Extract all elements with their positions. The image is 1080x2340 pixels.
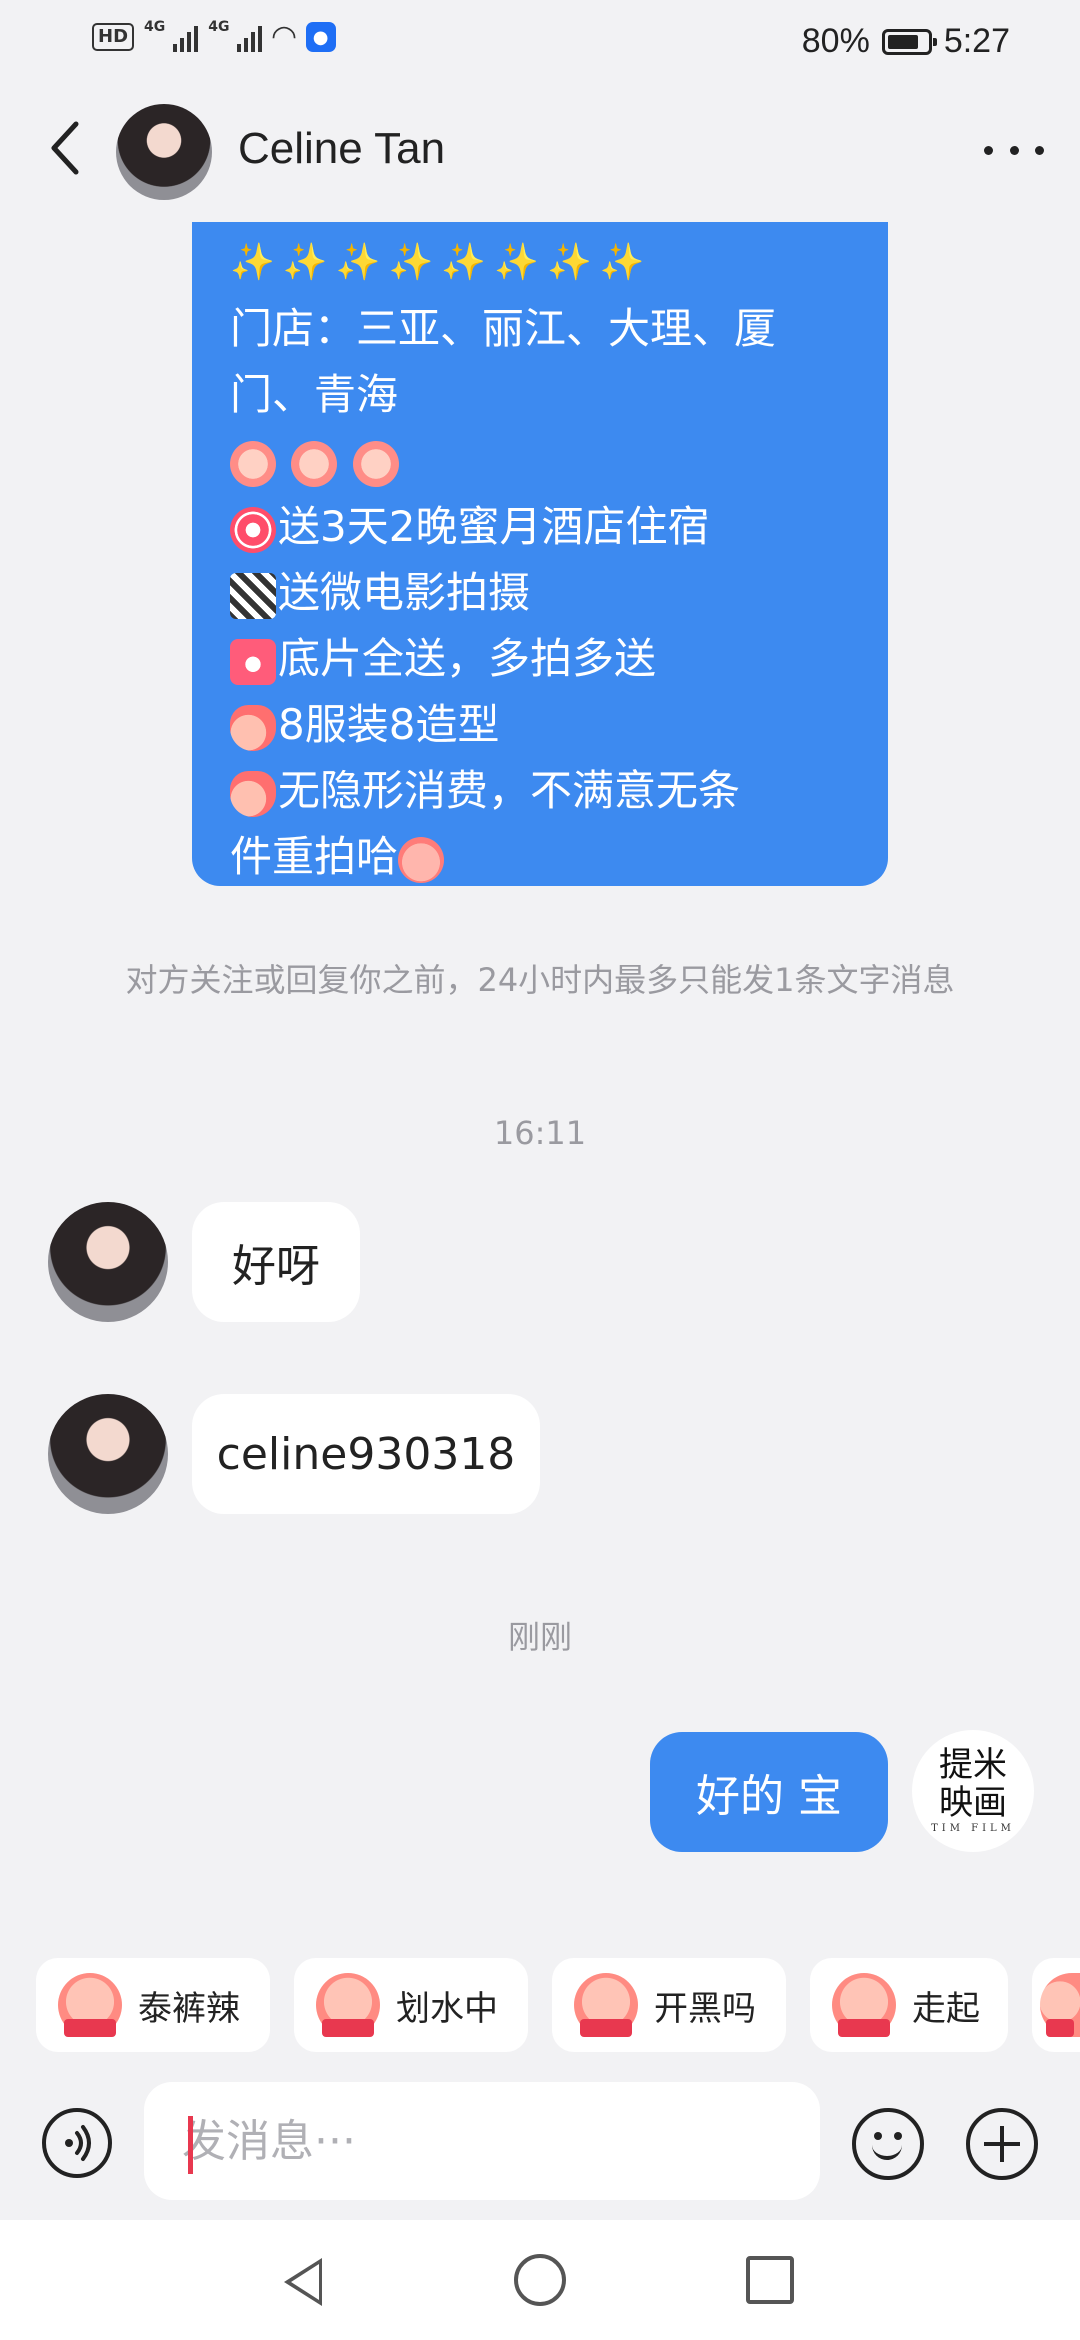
promo-line: 8服装8造型 bbox=[230, 692, 854, 758]
sticker-label: 划水中 bbox=[396, 1988, 498, 2029]
battery-percent: 80% bbox=[801, 22, 870, 60]
wifi-icon: ◠ bbox=[272, 19, 296, 54]
sticker-label: 开黑吗 bbox=[654, 1988, 756, 2029]
sound-wave-icon bbox=[65, 2125, 91, 2161]
camera-icon bbox=[230, 638, 276, 685]
sticker-chip-partial[interactable] bbox=[1032, 1958, 1080, 2052]
promo-line: 无隐形消费，不满意无条 bbox=[230, 758, 854, 824]
promo-line: 门、青海 bbox=[230, 370, 399, 419]
clap-icon bbox=[291, 440, 338, 487]
more-horizontal-icon[interactable] bbox=[984, 130, 1044, 170]
promo-line-text: 底片全送，多拍多送 bbox=[278, 634, 657, 683]
signal-icon bbox=[173, 22, 199, 52]
sticker-face-icon bbox=[1040, 1973, 1080, 2037]
sticker-face-icon bbox=[832, 1973, 896, 2037]
thumbs-up-icon bbox=[230, 770, 276, 817]
sticker-chip[interactable]: 走起 bbox=[810, 1958, 1008, 2052]
system-notice: 对方关注或回复你之前，24小时内最多只能发1条文字消息 bbox=[125, 961, 955, 999]
clap-icon bbox=[230, 440, 276, 487]
chat-header: Celine Tan bbox=[0, 84, 1080, 222]
voice-icon[interactable] bbox=[42, 2108, 112, 2178]
status-icons-left: HD 4G 4G ◠ ● bbox=[92, 19, 336, 54]
plus-icon[interactable] bbox=[966, 2108, 1038, 2180]
incoming-message[interactable]: celine930318 bbox=[192, 1394, 540, 1514]
thumbs-up-icon bbox=[230, 704, 276, 751]
sticker-face-icon bbox=[316, 1973, 380, 2037]
contact-avatar[interactable] bbox=[116, 104, 212, 200]
contact-avatar[interactable] bbox=[48, 1202, 168, 1322]
promo-message-bubble[interactable]: ✨✨✨✨✨✨✨✨ 门店：三亚、丽江、大理、厦 门、青海 送3天2晚蜜月酒店住宿 … bbox=[192, 222, 888, 886]
my-avatar-text: 提米 bbox=[939, 1745, 1007, 1785]
clap-icon bbox=[352, 440, 399, 487]
sticker-chip[interactable]: 开黑吗 bbox=[552, 1958, 786, 2052]
clap-emoji-line bbox=[230, 428, 854, 494]
target-icon bbox=[230, 506, 276, 553]
promo-line-text: 8服装8造型 bbox=[278, 700, 500, 749]
promo-line: 送3天2晚蜜月酒店住宿 bbox=[230, 494, 854, 560]
my-avatar-small-text: TIM FILM bbox=[931, 1823, 1015, 1834]
input-bar bbox=[0, 2080, 1080, 2200]
pig-face-icon bbox=[398, 836, 445, 883]
message-list[interactable]: ✨✨✨✨✨✨✨✨ 门店：三亚、丽江、大理、厦 门、青海 送3天2晚蜜月酒店住宿 … bbox=[0, 222, 1080, 1922]
promo-line-text: 送微电影拍摄 bbox=[278, 568, 531, 617]
status-icons-right: 80% 5:27 bbox=[802, 22, 1010, 61]
promo-line-text: 件重拍哈 bbox=[230, 832, 399, 881]
nav-recents-icon[interactable] bbox=[746, 2256, 794, 2304]
timestamp: 刚刚 bbox=[507, 1618, 572, 1656]
nav-back-icon[interactable] bbox=[284, 2258, 322, 2306]
sticker-label: 泰裤辣 bbox=[138, 1988, 240, 2029]
chevron-left-icon[interactable] bbox=[46, 118, 86, 178]
battery-fill bbox=[887, 34, 918, 49]
promo-line: 件重拍哈 bbox=[230, 824, 854, 890]
message-input[interactable] bbox=[144, 2082, 820, 2200]
outgoing-message[interactable]: 好的 宝 bbox=[650, 1732, 888, 1852]
promo-line: 送微电影拍摄 bbox=[230, 560, 854, 626]
system-navigation-bar bbox=[0, 2220, 1080, 2340]
timestamp: 16:11 bbox=[493, 1114, 587, 1152]
contact-avatar[interactable] bbox=[48, 1394, 168, 1514]
promo-line: 门店：三亚、丽江、大理、厦 bbox=[230, 304, 777, 353]
hd-indicator: HD bbox=[92, 23, 135, 51]
sticker-suggestions: 泰裤辣 划水中 开黑吗 走起 bbox=[0, 1924, 1080, 2094]
promo-line-text: 无隐形消费，不满意无条 bbox=[278, 766, 741, 815]
nav-home-icon[interactable] bbox=[514, 2254, 566, 2306]
my-avatar-text: 映画 bbox=[939, 1783, 1007, 1823]
sparkle-line: ✨✨✨✨✨✨✨✨ bbox=[230, 242, 653, 283]
network-label-1: 4G bbox=[144, 19, 166, 35]
clock: 5:27 bbox=[943, 22, 1010, 60]
promo-line: 底片全送，多拍多送 bbox=[230, 626, 854, 692]
my-avatar[interactable]: 提米 映画 TIM FILM bbox=[912, 1730, 1034, 1852]
sticker-chip[interactable]: 划水中 bbox=[294, 1958, 528, 2052]
network-label-2: 4G bbox=[208, 19, 230, 35]
sticker-face-icon bbox=[58, 1973, 122, 2037]
status-bar: HD 4G 4G ◠ ● 80% 5:27 bbox=[0, 0, 1080, 84]
incoming-message[interactable]: 好呀 bbox=[192, 1202, 360, 1322]
clapperboard-icon bbox=[230, 572, 276, 619]
text-caret bbox=[188, 2116, 193, 2174]
emoji-icon[interactable] bbox=[852, 2108, 924, 2180]
sticker-face-icon bbox=[574, 1973, 638, 2037]
sticker-label: 走起 bbox=[912, 1988, 980, 2029]
battery-icon bbox=[881, 28, 937, 55]
signal-icon-2 bbox=[237, 22, 263, 52]
sticker-chip[interactable]: 泰裤辣 bbox=[36, 1958, 270, 2052]
contact-name[interactable]: Celine Tan bbox=[238, 124, 445, 174]
bulb-icon: ● bbox=[305, 22, 336, 52]
promo-line-text: 送3天2晚蜜月酒店住宿 bbox=[278, 502, 710, 551]
